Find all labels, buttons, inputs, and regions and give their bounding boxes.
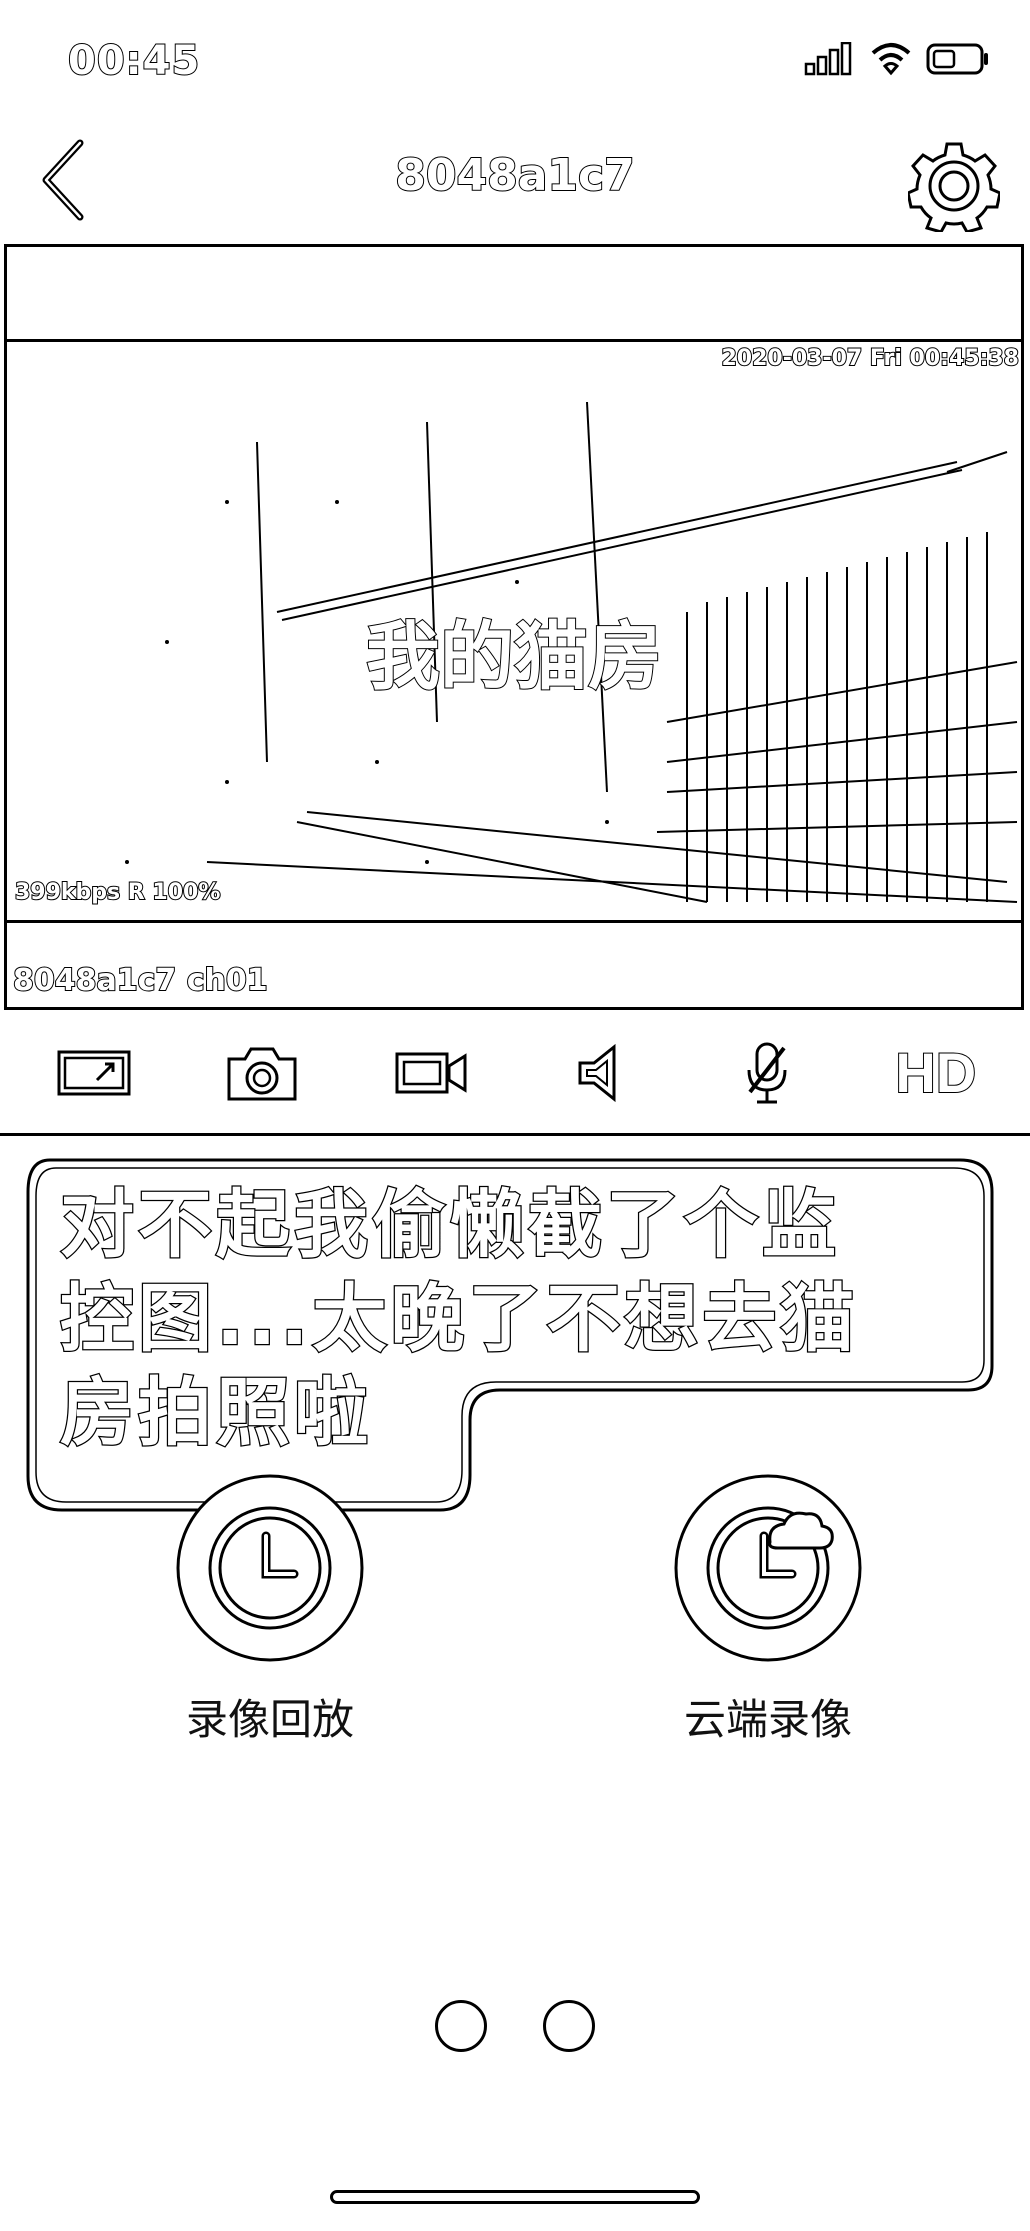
bubble-line: 对不起我偷懒截了个监 <box>59 1181 840 1270</box>
playback-button[interactable]: 录像回放 <box>140 1468 400 1747</box>
cloud-recording-button[interactable]: 云端录像 <box>638 1468 898 1747</box>
page-dot[interactable] <box>435 2000 487 2052</box>
snapshot-button[interactable] <box>207 1023 317 1123</box>
fullscreen-button[interactable] <box>39 1023 149 1123</box>
page-dot[interactable] <box>543 2000 595 2052</box>
microphone-button[interactable] <box>712 1023 822 1123</box>
record-button[interactable] <box>376 1023 486 1123</box>
hd-label: HD <box>894 1040 977 1105</box>
record-video-icon <box>395 1052 467 1093</box>
wifi-icon <box>871 43 911 76</box>
bubble-line: 房拍照啦 <box>59 1369 372 1458</box>
status-time: 00:45 <box>67 37 201 85</box>
camera-icon <box>227 1047 297 1100</box>
status-icons <box>804 40 990 76</box>
settings-button[interactable] <box>906 140 1002 234</box>
video-bitrate: 399kbps R 100% <box>14 879 221 906</box>
signal-icon <box>804 42 852 76</box>
hd-toggle[interactable]: HD <box>881 1023 991 1123</box>
control-toolbar: HD <box>0 1012 1030 1136</box>
cloud-clock-icon <box>674 1474 862 1662</box>
video-caption: 我的猫房 <box>365 613 663 701</box>
video-channel-label: 8048a1c7 ch01 <box>12 962 269 999</box>
clock-icon <box>176 1474 364 1662</box>
page-indicator <box>0 2000 1030 2052</box>
speech-bubble-text: 对不起我偷懒截了个监 控图...太晚了不想去猫 房拍照啦 <box>59 1178 960 1460</box>
cloud-recording-label: 云端录像 <box>683 1695 852 1744</box>
speaker-icon <box>578 1043 616 1102</box>
speaker-button[interactable] <box>544 1023 654 1123</box>
video-bottom-bar: 8048a1c7 ch01 <box>7 920 1021 1007</box>
fullscreen-icon <box>57 1050 131 1095</box>
battery-icon <box>926 43 988 75</box>
video-timestamp: 2020-03-07 Fri 00:45:38 <box>721 345 1020 372</box>
home-indicator[interactable] <box>330 2190 700 2204</box>
microphone-muted-icon <box>747 1042 787 1103</box>
video-feed[interactable]: 2020-03-07 Fri 00:45:38 我的猫房 399kbps R 1… <box>7 342 1021 920</box>
page-title: 8048a1c7 <box>394 149 635 202</box>
video-top-bar <box>7 247 1021 342</box>
playback-label: 录像回放 <box>185 1695 354 1744</box>
bubble-line: 控图...太晚了不想去猫 <box>59 1275 859 1364</box>
video-player[interactable]: 2020-03-07 Fri 00:45:38 我的猫房 399kbps R 1… <box>4 244 1024 1010</box>
gear-icon <box>906 142 1002 234</box>
